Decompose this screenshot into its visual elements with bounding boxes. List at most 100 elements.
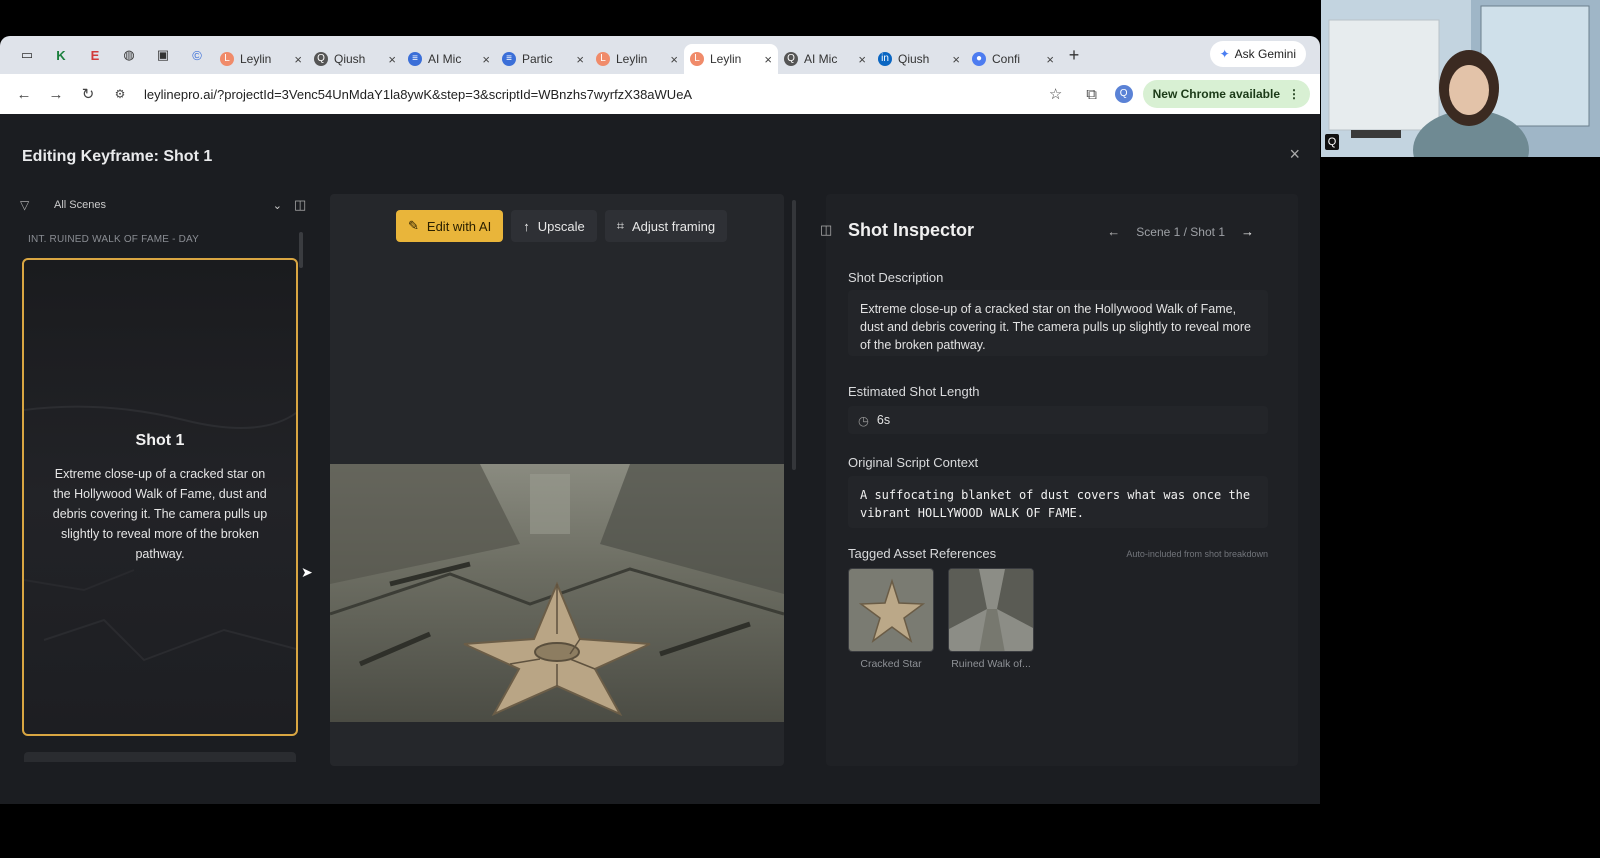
- tab-title: Leylin: [240, 52, 272, 66]
- back-arrow-icon[interactable]: ←: [8, 86, 40, 103]
- kebab-menu-icon: ⋮: [1288, 87, 1300, 101]
- shot-length-field[interactable]: ◷ 6s: [848, 406, 1268, 434]
- scene-select[interactable]: All Scenes ⌄: [48, 193, 288, 217]
- app-area: Editing Keyframe: Shot 1 × ▽ All Scenes …: [0, 114, 1320, 804]
- webcam-video: [1321, 0, 1600, 157]
- shot-navigation: ← Scene 1 / Shot 1 →: [1107, 224, 1254, 239]
- gemini-spark-icon: ✦: [1219, 47, 1230, 61]
- tab-close-icon[interactable]: ×: [482, 52, 490, 67]
- inspector-header: ◫ Shot Inspector ← Scene 1 / Shot 1 →: [820, 218, 1298, 248]
- site-settings-icon[interactable]: ⚙: [104, 87, 136, 101]
- modal-title: Editing Keyframe: Shot 1: [22, 148, 213, 165]
- tab-favicon-icon: in: [878, 52, 892, 66]
- reload-icon[interactable]: ↻: [72, 85, 104, 103]
- ask-gemini-label: Ask Gemini: [1234, 47, 1296, 61]
- pencil-icon: ✎: [408, 218, 419, 233]
- arrow-up-icon: ↑: [523, 218, 530, 234]
- pinned-tab-e-icon[interactable]: E: [78, 42, 112, 68]
- collapse-panel-icon[interactable]: ◫: [294, 197, 306, 213]
- shot-card-title: Shot 1: [135, 432, 185, 449]
- edit-with-ai-label: Edit with AI: [426, 218, 492, 234]
- edit-with-ai-button[interactable]: ✎ Edit with AI: [396, 210, 504, 242]
- cracked-star-image: [330, 464, 784, 722]
- scene-heading: INT. RUINED WALK OF FAME - DAY: [28, 234, 200, 245]
- pinned-tab-c-icon[interactable]: ©: [180, 42, 214, 68]
- tab-favicon-icon: Q: [784, 52, 798, 66]
- upscale-button[interactable]: ↑ Upscale: [511, 210, 597, 242]
- next-shot-card[interactable]: [24, 752, 296, 762]
- address-bar: ← → ↻ ⚙ leylinepro.ai/?projectId=3Venc54…: [0, 74, 1320, 114]
- tab-close-icon[interactable]: ×: [1046, 52, 1054, 67]
- shot-description-text: Extreme close-up of a cracked star on th…: [860, 302, 1251, 352]
- profile-avatar[interactable]: Q: [1114, 85, 1133, 103]
- shot-description-label: Shot Description: [848, 270, 944, 285]
- pinned-tab-app-icon[interactable]: ▣: [146, 42, 180, 68]
- previous-shot-arrow-icon[interactable]: ←: [1107, 224, 1120, 239]
- browser-tab[interactable]: Q AI Mic ×: [778, 44, 872, 74]
- crop-icon: ⌗: [616, 218, 625, 233]
- browser-tab[interactable]: ≡ Partic ×: [496, 44, 590, 74]
- shot-description-field[interactable]: Extreme close-up of a cracked star on th…: [848, 290, 1268, 356]
- asset-thumbnail-ruined-walk: [948, 568, 1034, 652]
- tab-title: AI Mic: [804, 52, 838, 66]
- asset-caption: Ruined Walk of...: [951, 658, 1031, 670]
- inspector-title: Shot Inspector: [848, 220, 975, 240]
- new-tab-button[interactable]: +: [1060, 45, 1088, 66]
- scene-select-value: All Scenes: [54, 199, 106, 211]
- tab-close-icon[interactable]: ×: [388, 52, 396, 67]
- asset-reference-card[interactable]: Cracked Star: [848, 568, 934, 670]
- tab-favicon-icon: ≡: [502, 52, 516, 66]
- chevron-down-icon: ⌄: [272, 199, 282, 212]
- browser-tab[interactable]: ● Confi ×: [966, 44, 1060, 74]
- adjust-framing-button[interactable]: ⌗ Adjust framing: [604, 210, 728, 242]
- center-scrollbar[interactable]: [792, 200, 796, 470]
- next-shot-arrow-icon[interactable]: →: [1241, 224, 1254, 239]
- keyframe-preview-pane: ✎ Edit with AI ↑ Upscale ⌗ Adjust framin…: [330, 194, 784, 766]
- asset-reference-card[interactable]: Ruined Walk of...: [948, 568, 1034, 670]
- left-scrollbar[interactable]: [299, 232, 303, 268]
- pinned-tab-globe-icon[interactable]: ◍: [112, 42, 146, 68]
- webcam-person-image: [1321, 0, 1600, 157]
- screen: ▭ K E ◍ ▣ © L Leylin × Q Qiush × ≡ AI Mic × ≡ Part…: [0, 0, 1600, 858]
- close-modal-icon[interactable]: ×: [1289, 144, 1300, 165]
- scene-filter-row: ▽ All Scenes ⌄ ◫: [20, 192, 316, 218]
- chrome-update-button[interactable]: New Chrome available ⋮: [1142, 80, 1310, 108]
- tab-close-icon[interactable]: ×: [858, 52, 866, 67]
- upscale-label: Upscale: [537, 218, 585, 234]
- tab-search-icon[interactable]: ▭: [10, 42, 44, 68]
- tab-close-icon[interactable]: ×: [764, 52, 772, 67]
- tab-favicon-icon: ●: [972, 52, 986, 66]
- browser-tab[interactable]: L Leylin ×: [590, 44, 684, 74]
- bookmark-star-icon[interactable]: ☆: [1043, 85, 1069, 103]
- cast-search-icon[interactable]: ⧉: [1079, 86, 1105, 103]
- webcam-participant-label: Q: [1325, 134, 1339, 150]
- chrome-update-label: New Chrome available: [1152, 87, 1280, 101]
- tab-bar: ▭ K E ◍ ▣ © L Leylin × Q Qiush × ≡ AI Mic × ≡ Part…: [0, 36, 1320, 74]
- panel-toggle-icon[interactable]: ◫: [820, 222, 832, 238]
- asset-thumbnail-cracked-star: [848, 568, 934, 652]
- browser-tab[interactable]: ≡ AI Mic ×: [402, 44, 496, 74]
- forward-arrow-icon[interactable]: →: [40, 86, 72, 103]
- tab-close-icon[interactable]: ×: [576, 52, 584, 67]
- shot-length-value: 6s: [876, 413, 891, 427]
- tab-favicon-icon: ≡: [408, 52, 422, 66]
- browser-tab[interactable]: in Qiush ×: [872, 44, 966, 74]
- script-context-field: A suffocating blanket of dust covers wha…: [848, 476, 1268, 528]
- tab-close-icon[interactable]: ×: [294, 52, 302, 67]
- adjust-framing-label: Adjust framing: [632, 218, 716, 234]
- browser-tab[interactable]: L Leylin ×: [214, 44, 308, 74]
- tab-title: AI Mic: [428, 52, 462, 66]
- ask-gemini-button[interactable]: ✦ Ask Gemini: [1209, 41, 1306, 67]
- tab-close-icon[interactable]: ×: [670, 52, 678, 67]
- pinned-tab-k-icon[interactable]: K: [44, 42, 78, 68]
- browser-tab[interactable]: L Leylin ×: [684, 44, 778, 74]
- keyframe-image[interactable]: [330, 464, 784, 722]
- keyframe-toolbar: ✎ Edit with AI ↑ Upscale ⌗ Adjust framin…: [396, 210, 728, 242]
- tab-title: Leylin: [616, 52, 648, 66]
- browser-tab[interactable]: Q Qiush ×: [308, 44, 402, 74]
- tab-title: Qiush: [334, 52, 366, 66]
- shot-card-selected[interactable]: Shot 1 Extreme close-up of a cracked sta…: [22, 258, 298, 736]
- filter-funnel-icon[interactable]: ▽: [20, 198, 38, 212]
- url-field[interactable]: leylinepro.ai/?projectId=3Venc54UnMdaY1l…: [144, 87, 1043, 102]
- tab-close-icon[interactable]: ×: [952, 52, 960, 67]
